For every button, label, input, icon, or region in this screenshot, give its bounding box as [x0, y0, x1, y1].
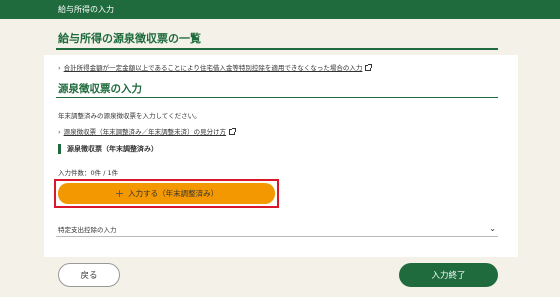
how-to-tell-link[interactable]: › 源泉徴収票（年末調整済み／年末調整未済）の見分け方 [58, 126, 237, 136]
housing-loan-link[interactable]: › 合計所得金額が一定金額以上であることにより住宅借入金等特別控除を適用できなくな… [58, 62, 373, 72]
title-divider [56, 48, 498, 50]
finish-button-label: 入力終了 [431, 271, 466, 281]
external-link-icon [229, 128, 237, 135]
accordion-divider [56, 236, 498, 237]
section-divider [56, 97, 498, 98]
back-button-label: 戻る [80, 271, 98, 281]
plus-icon: + [114, 187, 125, 200]
add-entry-button[interactable]: + 入力する（年末調整済み） [58, 183, 275, 204]
finish-button[interactable]: 入力終了 [399, 263, 498, 287]
subheading: 源泉徴収票（年末調整済み） [58, 144, 158, 154]
section-title: 源泉徴収票の入力 [58, 83, 142, 95]
housing-loan-link-label: 合計所得金額が一定金額以上であることにより住宅借入金等特別控除を適用できなくなっ… [63, 64, 363, 72]
accordion-label: 特定支出控除の入力 [58, 226, 117, 234]
arrow-right-icon: › [58, 128, 61, 136]
page-title: 給与所得の源泉徴収票の一覧 [58, 32, 201, 45]
add-entry-button-label: 入力する（年末調整済み） [128, 189, 219, 198]
entry-count: 入力件数：0件 / 1件 [58, 169, 119, 177]
specific-deduction-accordion[interactable]: 特定支出控除の入力 ⌄ [58, 224, 498, 236]
external-link-icon [365, 64, 373, 71]
back-button[interactable]: 戻る [58, 263, 120, 287]
chevron-down-icon: ⌄ [489, 224, 496, 233]
header-bar: 給与所得の入力 [0, 0, 560, 19]
section-description: 年末調整済みの源泉徴収票を入力してください。 [58, 112, 201, 120]
how-to-tell-link-label: 源泉徴収票（年末調整済み／年末調整未済）の見分け方 [63, 128, 227, 136]
arrow-right-icon: › [58, 64, 61, 72]
header-title: 給与所得の入力 [58, 5, 114, 14]
